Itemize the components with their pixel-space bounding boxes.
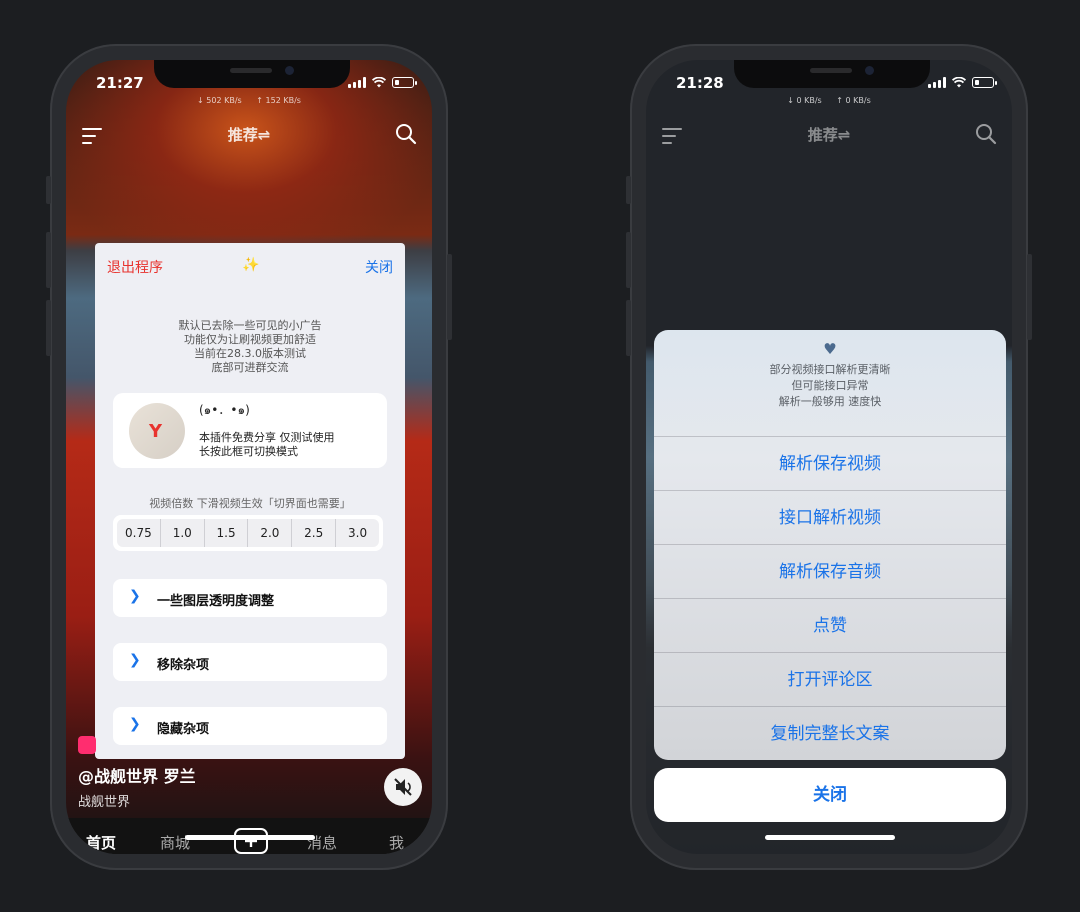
volume-up-button bbox=[626, 232, 631, 288]
screen: 21:27 ↓ 502 KB/s ↑ 152 KB/s 推荐⇌ 退出程序 ✨ 关… bbox=[66, 60, 432, 854]
search-icon[interactable] bbox=[394, 122, 418, 146]
cellular-signal-icon bbox=[348, 77, 366, 88]
download-speed: 502 KB/s bbox=[206, 96, 242, 105]
parse-save-video-action[interactable]: 解析保存视频 bbox=[654, 436, 1006, 490]
mute-switch bbox=[46, 176, 51, 204]
hide-misc-row[interactable]: ❯ 隐藏杂项 bbox=[113, 707, 387, 745]
heart-icon: ♥ bbox=[823, 340, 837, 358]
speed-option[interactable]: 0.75 bbox=[117, 519, 161, 547]
avatar: Y bbox=[129, 403, 185, 459]
volume-up-button bbox=[46, 232, 51, 288]
parse-save-audio-action[interactable]: 解析保存音频 bbox=[654, 544, 1006, 598]
top-bar: 推荐⇌ bbox=[646, 120, 1012, 150]
avatar-letter: Y bbox=[149, 421, 163, 442]
plugin-info-line: 长按此框可切换模式 bbox=[199, 445, 298, 458]
like-action[interactable]: 点赞 bbox=[654, 598, 1006, 652]
home-indicator[interactable] bbox=[765, 835, 895, 840]
notch bbox=[154, 60, 350, 88]
power-button bbox=[1027, 254, 1032, 340]
volume-down-button bbox=[626, 300, 631, 356]
tab-home[interactable]: 首页 bbox=[86, 832, 116, 853]
speed-option[interactable]: 1.0 bbox=[161, 519, 205, 547]
plus-icon bbox=[245, 835, 257, 847]
sparkle-icon: ✨ bbox=[242, 257, 260, 273]
plugin-info-line: 本插件免费分享 仅测试使用 bbox=[199, 431, 335, 444]
battery-icon bbox=[392, 77, 417, 88]
status-time: 21:27 bbox=[96, 74, 144, 92]
row-label: 隐藏杂项 bbox=[157, 722, 210, 737]
status-time: 21:28 bbox=[676, 74, 724, 92]
upload-speed: 152 KB/s bbox=[265, 96, 301, 105]
message-line: 但可能接口异常 bbox=[791, 379, 869, 392]
search-icon[interactable] bbox=[974, 122, 998, 146]
home-indicator[interactable] bbox=[185, 835, 315, 840]
phone-left: 21:27 ↓ 502 KB/s ↑ 152 KB/s 推荐⇌ 退出程序 ✨ 关… bbox=[46, 44, 452, 870]
note-line: 默认已去除一些可见的小广告 bbox=[178, 319, 322, 332]
cellular-signal-icon bbox=[928, 77, 946, 88]
row-label: 移除杂项 bbox=[157, 658, 210, 673]
note-line: 当前在28.3.0版本测试 bbox=[194, 347, 306, 360]
exit-program-button[interactable]: 退出程序 bbox=[107, 257, 163, 277]
video-author[interactable]: @战舰世界 罗兰 bbox=[78, 763, 196, 787]
create-button[interactable] bbox=[234, 828, 268, 854]
speed-label: 视频倍数 下滑视频生效「切界面也需要」 bbox=[149, 497, 351, 510]
plugin-info-card[interactable]: Y (๑•．•๑) 本插件免费分享 仅测试使用 长按此框可切换模式 bbox=[113, 393, 387, 468]
api-parse-video-action[interactable]: 接口解析视频 bbox=[654, 490, 1006, 544]
row-label: 一些图层透明度调整 bbox=[157, 594, 275, 609]
game-icon[interactable] bbox=[78, 736, 96, 754]
speed-option[interactable]: 3.0 bbox=[336, 519, 379, 547]
chevron-right-icon: ❯ bbox=[129, 588, 141, 604]
copy-full-caption-action[interactable]: 复制完整长文案 bbox=[654, 706, 1006, 760]
note-line: 功能仅为让刷视频更加舒适 bbox=[184, 333, 316, 346]
network-speed: ↓ 0 KB/s ↑ 0 KB/s bbox=[787, 96, 871, 105]
sheet-message: 部分视频接口解析更清晰 但可能接口异常 解析一般够用 速度快 bbox=[654, 362, 1006, 410]
video-subtitle: 战舰世界 bbox=[78, 795, 131, 810]
wifi-icon bbox=[952, 77, 966, 88]
message-line: 部分视频接口解析更清晰 bbox=[769, 363, 891, 376]
plugin-settings-dialog: 退出程序 ✨ 关闭 默认已去除一些可见的小广告 功能仅为让刷视频更加舒适 当前在… bbox=[95, 243, 405, 759]
note-line: 底部可进群交流 bbox=[211, 361, 289, 374]
speed-option[interactable]: 2.5 bbox=[292, 519, 337, 547]
chevron-right-icon: ❯ bbox=[129, 652, 141, 668]
notch bbox=[734, 60, 930, 88]
speaker-muted-icon bbox=[394, 778, 412, 796]
open-comments-action[interactable]: 打开评论区 bbox=[654, 652, 1006, 706]
tab-me[interactable]: 我 bbox=[389, 832, 404, 853]
screen: 21:28 ↓ 0 KB/s ↑ 0 KB/s 推荐⇌ ♥ 部分视频接口解析更清… bbox=[646, 60, 1012, 854]
mute-button[interactable] bbox=[384, 768, 422, 806]
battery-icon bbox=[972, 77, 997, 88]
close-button[interactable]: 关闭 bbox=[365, 257, 393, 277]
playback-speed-selector: 0.75 1.0 1.5 2.0 2.5 3.0 bbox=[113, 515, 383, 551]
message-line: 解析一般够用 速度快 bbox=[778, 395, 882, 408]
feed-title[interactable]: 推荐⇌ bbox=[66, 124, 432, 145]
wifi-icon bbox=[372, 77, 386, 88]
volume-down-button bbox=[46, 300, 51, 356]
top-bar: 推荐⇌ bbox=[66, 120, 432, 150]
speed-option[interactable]: 2.0 bbox=[248, 519, 293, 547]
phone-right: 21:28 ↓ 0 KB/s ↑ 0 KB/s 推荐⇌ ♥ 部分视频接口解析更清… bbox=[626, 44, 1032, 870]
feed-title[interactable]: 推荐⇌ bbox=[646, 124, 1012, 145]
download-speed: 0 KB/s bbox=[796, 96, 822, 105]
layer-opacity-row[interactable]: ❯ 一些图层透明度调整 bbox=[113, 579, 387, 617]
power-button bbox=[447, 254, 452, 340]
upload-speed: 0 KB/s bbox=[845, 96, 871, 105]
sheet-close-button[interactable]: 关闭 bbox=[654, 768, 1006, 822]
speed-option[interactable]: 1.5 bbox=[205, 519, 249, 547]
network-speed: ↓ 502 KB/s ↑ 152 KB/s bbox=[197, 96, 301, 105]
info-notes: 默认已去除一些可见的小广告 功能仅为让刷视频更加舒适 当前在28.3.0版本测试… bbox=[95, 319, 405, 375]
remove-misc-row[interactable]: ❯ 移除杂项 bbox=[113, 643, 387, 681]
action-sheet: ♥ 部分视频接口解析更清晰 但可能接口异常 解析一般够用 速度快 解析保存视频 … bbox=[654, 330, 1006, 760]
chevron-right-icon: ❯ bbox=[129, 716, 141, 732]
emoticon: (๑•．•๑) bbox=[199, 403, 250, 417]
mute-switch bbox=[626, 176, 631, 204]
